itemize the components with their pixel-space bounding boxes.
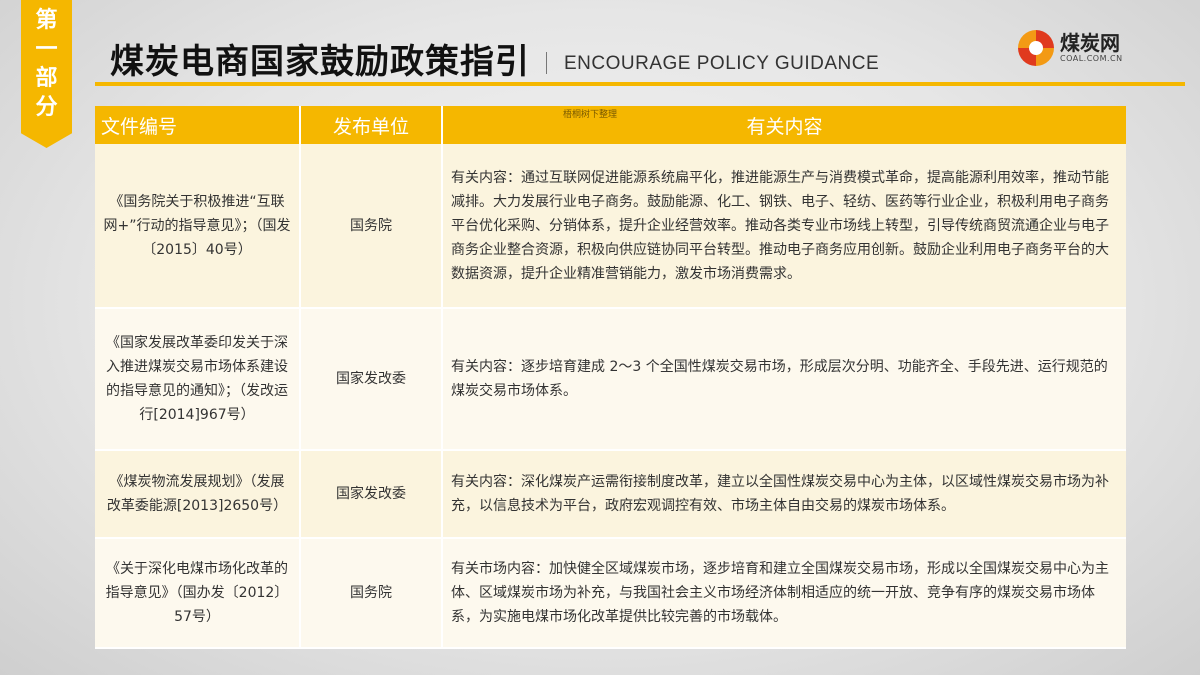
table-header-row: 文件编号 发布单位 梧桐树下整理 有关内容 <box>95 106 1126 144</box>
source-note: 梧桐树下整理 <box>563 110 618 120</box>
publisher-cell: 国务院 <box>300 538 443 649</box>
content-cell: 有关内容：通过互联网促进能源系统扁平化，推进能源生产与消费模式革命，提高能源利用… <box>442 144 1126 309</box>
content-cell: 有关内容：深化煤炭产运需衔接制度改革，建立以全国性煤炭交易中心为主体，以区域性煤… <box>442 450 1126 539</box>
table-row: 《煤炭物流发展规划》（发展改革委能源[2013]2650号） 国家发改委 有关内… <box>95 450 1126 539</box>
section-tag-char: 一 <box>35 37 58 62</box>
publisher-cell: 国务院 <box>300 144 443 309</box>
logo-name: 煤炭网 <box>1060 31 1120 55</box>
page-title: 煤炭电商国家鼓励政策指引 <box>110 42 530 82</box>
brand-logo: 煤炭网 COAL.COM.CN <box>1018 30 1123 66</box>
coal-logo-icon <box>1018 30 1054 66</box>
header-content: 梧桐树下整理 有关内容 <box>442 106 1126 144</box>
title-divider <box>546 52 547 74</box>
publisher-cell: 国家发改委 <box>300 450 443 539</box>
header-rule <box>95 82 1185 86</box>
doc-number-cell: 《国务院关于积极推进“互联网+”行动的指导意见》；（国发〔2015〕40号） <box>95 144 301 309</box>
content-cell: 有关内容：逐步培育建成 2～3 个全国性煤炭交易市场，形成层次分明、功能齐全、手… <box>442 308 1126 451</box>
section-tag-char: 分 <box>35 95 58 120</box>
doc-number-cell: 《国家发展改革委印发关于深入推进煤炭交易市场体系建设的指导意见的通知》；（发改运… <box>95 308 301 451</box>
doc-number-cell: 《关于深化电煤市场化改革的指导意见》（国办发〔2012〕57号） <box>95 538 301 649</box>
section-tag-char: 部 <box>35 66 58 91</box>
publisher-cell: 国家发改委 <box>300 308 443 451</box>
header-publisher: 发布单位 <box>300 106 443 144</box>
section-tag-char: 第 <box>35 8 58 33</box>
header-doc-number: 文件编号 <box>95 106 301 144</box>
table-row: 《国务院关于积极推进“互联网+”行动的指导意见》；（国发〔2015〕40号） 国… <box>95 144 1126 309</box>
content-cell: 有关市场内容：加快健全区域煤炭市场，逐步培育和建立全国煤炭交易市场，形成以全国煤… <box>442 538 1126 649</box>
table-row: 《关于深化电煤市场化改革的指导意见》（国办发〔2012〕57号） 国务院 有关市… <box>95 538 1126 649</box>
table-row: 《国家发展改革委印发关于深入推进煤炭交易市场体系建设的指导意见的通知》；（发改运… <box>95 308 1126 451</box>
logo-domain: COAL.COM.CN <box>1060 54 1123 63</box>
section-tag: 第 一 部 分 <box>21 0 72 148</box>
header-content-label: 有关内容 <box>746 115 823 138</box>
page-subtitle: ENCOURAGE POLICY GUIDANCE <box>564 53 880 74</box>
doc-number-cell: 《煤炭物流发展规划》（发展改革委能源[2013]2650号） <box>95 450 301 539</box>
policy-table: 文件编号 发布单位 梧桐树下整理 有关内容 《国务院关于积极推进“互联网+”行动… <box>95 106 1126 649</box>
